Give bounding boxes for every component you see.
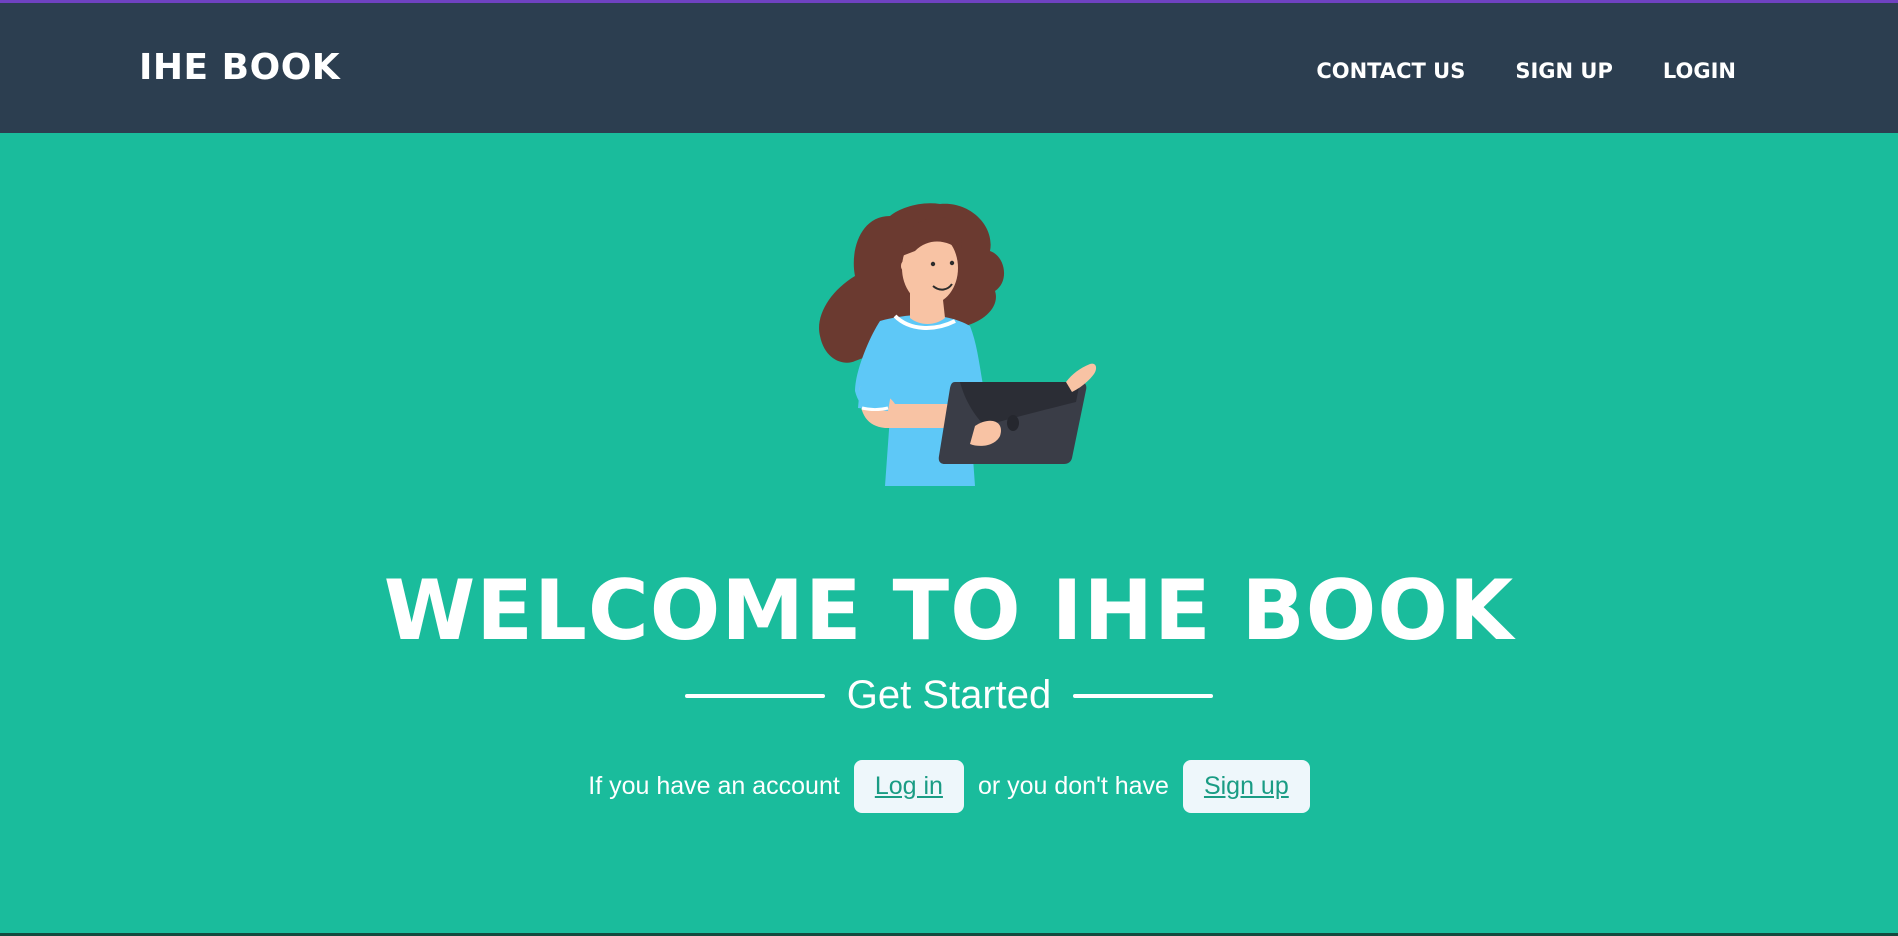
woman-with-laptop-illustration [819,203,1097,486]
brand-logo[interactable]: IHE BOOK [139,47,340,88]
welcome-heading: WELCOME TO IHE BOOK [383,562,1515,659]
cta-text-account: If you have an account [588,772,840,800]
divider-line-left [684,693,825,698]
laptop-logo [1007,415,1019,431]
nav-sign-up[interactable]: SIGN UP [1515,59,1613,83]
login-button[interactable]: Log in [853,760,964,813]
get-started-divider: Get Started [0,673,1898,718]
ear-shape [901,259,915,273]
nav-login[interactable]: LOGIN [1663,59,1736,83]
signup-button[interactable]: Sign up [1182,760,1310,813]
divider-line-right [1073,693,1214,698]
cta-text-no-account: or you don't have [977,772,1169,800]
get-started-label: Get Started [846,673,1052,717]
cta-row: If you have an account Log in or you don… [0,760,1898,813]
nav-links: CONTACT US SIGN UP LOGIN [1316,59,1736,83]
eye-right [949,260,955,266]
sleeve-line [861,406,889,411]
navbar: IHE BOOK CONTACT US SIGN UP LOGIN [0,3,1898,133]
eye-left [930,261,936,267]
nav-contact-us[interactable]: CONTACT US [1316,59,1465,83]
